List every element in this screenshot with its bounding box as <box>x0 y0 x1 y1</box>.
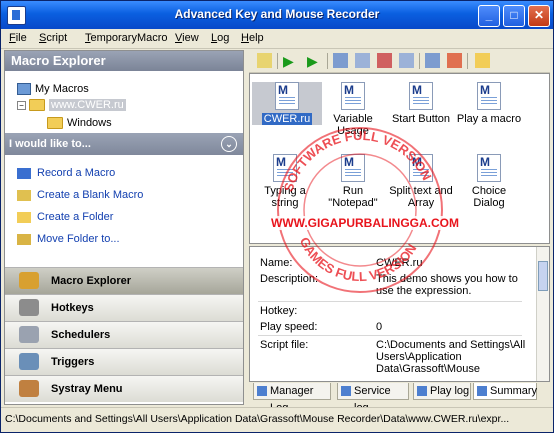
macro-file-icon: M <box>409 82 433 110</box>
schedule-icon[interactable] <box>447 53 462 68</box>
menu-log[interactable]: Log <box>211 32 229 44</box>
macro-item[interactable]: M Typing a string <box>252 154 318 209</box>
menu-bar: File Script TemporaryMacro View Log Help <box>1 29 553 49</box>
details-panel: Name: CWER.ru Description: This demo shows… <box>249 246 550 382</box>
tree-item-windows[interactable]: Windows <box>47 115 112 131</box>
move-folder-icon <box>17 233 31 245</box>
properties-icon[interactable] <box>399 53 414 68</box>
trigger-icon <box>19 353 39 370</box>
details-scrollbar[interactable] <box>536 247 549 381</box>
toolbar-separator <box>419 53 420 69</box>
systray-icon <box>19 380 39 397</box>
edit-icon[interactable] <box>333 53 348 68</box>
task-move-folder[interactable]: Move Folder to... <box>17 233 120 245</box>
macro-file-icon: M <box>409 154 433 182</box>
macro-file-icon: M <box>273 154 297 182</box>
macro-item[interactable]: M Play a macro <box>456 82 522 125</box>
play-icon[interactable]: ▶ <box>283 53 298 69</box>
menu-temporarymacro[interactable]: TemporaryMacro <box>85 32 168 44</box>
nav-schedulers[interactable]: Schedulers <box>5 321 243 348</box>
keyboard-icon <box>19 299 39 316</box>
macro-item[interactable]: M Choice Dialog <box>456 154 522 209</box>
macro-gallery: M CWER.ru M Variable Usage M Start Button M… <box>249 73 550 244</box>
log-icon <box>341 386 351 396</box>
macro-file-icon: M <box>341 154 365 182</box>
toolbar-separator <box>467 53 468 69</box>
tab-manager-log[interactable]: Manager Log <box>253 383 331 414</box>
menu-script[interactable]: Script <box>39 32 67 44</box>
macro-file-icon: M <box>275 82 299 110</box>
menu-file[interactable]: File <box>9 32 27 44</box>
collapse-chevron-icon[interactable]: ⌄ <box>221 136 237 152</box>
scroll-thumb[interactable] <box>538 261 548 291</box>
macro-item[interactable]: M CWER.ru <box>252 82 322 125</box>
divider <box>258 301 522 302</box>
tab-service-log[interactable]: Service log <box>337 383 409 414</box>
task-create-blank-macro[interactable]: Create a Blank Macro <box>17 189 143 201</box>
tree-item-site[interactable]: − www.CWER.ru <box>17 97 126 113</box>
status-bar: C:\Documents and Settings\All Users\Appl… <box>1 407 553 432</box>
macro-item[interactable]: M Run "Notepad" <box>320 154 386 209</box>
play-step-icon[interactable]: ▶ <box>307 53 322 69</box>
macro-item[interactable]: M Split text and Array <box>388 154 454 209</box>
tasks-header[interactable]: I would like to... ⌄ <box>5 133 243 155</box>
tab-play-log[interactable]: Play log <box>413 383 471 400</box>
left-pane: Macro Explorer My Macros − www.CWER.ru Wi… <box>4 50 244 405</box>
nav-macro-explorer[interactable]: Macro Explorer <box>5 267 243 294</box>
macro-file-icon: M <box>477 154 501 182</box>
minimize-button[interactable]: _ <box>478 5 500 27</box>
delete-icon[interactable] <box>377 53 392 68</box>
tab-summary[interactable]: Summary <box>473 383 537 400</box>
maximize-button[interactable]: □ <box>503 5 525 27</box>
collapse-icon[interactable]: − <box>17 100 26 110</box>
task-create-folder[interactable]: Create a Folder <box>17 211 113 223</box>
new-icon[interactable] <box>257 53 272 68</box>
new-folder-icon <box>17 211 31 223</box>
record-icon <box>17 167 31 179</box>
divider <box>258 335 522 336</box>
scheduler-icon <box>19 326 39 343</box>
computer-icon <box>17 83 31 96</box>
nav-triggers[interactable]: Triggers <box>5 348 243 375</box>
macro-item[interactable]: M Variable Usage <box>320 82 386 137</box>
right-pane: ▶ ▶ M CWER.ru M Variable Usage M Start Butt… <box>249 50 550 414</box>
macro-explorer-icon <box>19 272 39 289</box>
toolbar-separator <box>277 53 278 69</box>
macro-item[interactable]: M Start Button <box>388 82 454 125</box>
app-window: Advanced Key and Mouse Recorder _ □ ✕ Fi… <box>0 0 554 433</box>
log-tabs: Manager Log Service log Play log Summary <box>249 383 550 414</box>
summary-icon <box>477 386 487 396</box>
menu-view[interactable]: View <box>175 32 199 44</box>
window-title: Advanced Key and Mouse Recorder <box>174 7 380 21</box>
nav-hotkeys[interactable]: Hotkeys <box>5 294 243 321</box>
folder-icon <box>29 99 45 112</box>
nav-systray-menu[interactable]: Systray Menu <box>5 375 243 402</box>
new-macro-icon <box>17 189 31 201</box>
close-button[interactable]: ✕ <box>528 5 550 27</box>
tree-root[interactable]: My Macros <box>17 81 89 97</box>
task-record-macro[interactable]: Record a Macro <box>17 167 115 179</box>
task-list: Record a Macro Create a Blank Macro Crea… <box>5 155 243 265</box>
view-icon[interactable] <box>425 53 440 68</box>
log-icon <box>257 386 267 396</box>
macro-file-icon: M <box>341 82 365 110</box>
menu-help[interactable]: Help <box>241 32 264 44</box>
macro-tree: My Macros − www.CWER.ru Windows <box>5 73 243 133</box>
macro-file-icon: M <box>477 82 501 110</box>
open-folder-icon[interactable] <box>475 53 490 68</box>
toolbar: ▶ ▶ <box>249 50 550 73</box>
title-bar[interactable]: Advanced Key and Mouse Recorder _ □ ✕ <box>1 1 553 29</box>
folder-icon <box>47 117 63 130</box>
toolbar-separator <box>327 53 328 69</box>
record-toolbar-icon[interactable] <box>355 53 370 68</box>
macro-explorer-header: Macro Explorer <box>5 51 243 71</box>
log-icon <box>417 386 427 396</box>
